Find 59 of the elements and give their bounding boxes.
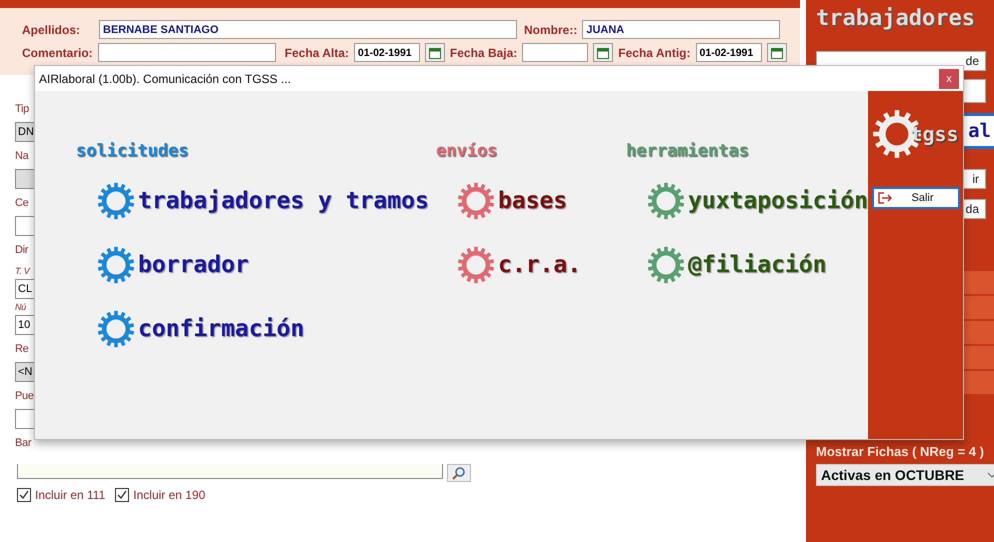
window-title: AIRlaboral (1.00b). Comunicación con TGSS ...: [39, 72, 291, 86]
check-icon: [117, 490, 128, 500]
search-button[interactable]: [447, 464, 471, 482]
field-label: Fecha Alta:: [284, 46, 349, 60]
section-heading: solicitudes: [76, 141, 189, 161]
menu-link[interactable]: @filiación: [688, 252, 826, 278]
gear-icon: [96, 181, 136, 221]
date-field[interactable]: 01-02-1991: [354, 43, 420, 62]
date-field[interactable]: [522, 43, 588, 62]
comment-field[interactable]: [98, 43, 276, 62]
include-checkbox[interactable]: Incluir en 190: [115, 488, 206, 502]
menu-link[interactable]: confirmación: [138, 316, 304, 342]
records-label: Mostrar Fichas ( NReg = 4 ): [816, 444, 985, 459]
barrio-field[interactable]: [17, 464, 443, 479]
search-icon: [452, 466, 466, 480]
gear-icon: [456, 181, 496, 221]
gear-icon: [96, 309, 136, 349]
surname-field[interactable]: BERNABE SANTIAGO: [99, 20, 518, 39]
field-label: Bar: [15, 436, 32, 451]
calendar-icon: [597, 46, 610, 58]
gear-icon: [646, 181, 686, 221]
field-label: Apellidos:: [22, 22, 80, 36]
filter-select[interactable]: Activas en OCTUBRE: [816, 464, 994, 486]
calendar-icon: [770, 46, 783, 58]
field-label: Ce: [15, 196, 28, 211]
field-label: Pue: [15, 389, 34, 404]
field-label: Dir: [15, 243, 28, 258]
gear-icon: [646, 245, 686, 285]
calendar-icon: [428, 46, 441, 58]
field-label: Nombre::: [524, 22, 578, 36]
menu-link[interactable]: bases: [498, 188, 568, 214]
field-label: Fecha Baja:: [450, 46, 518, 60]
include-checkbox[interactable]: Incluir en 111: [17, 488, 106, 502]
menu-link[interactable]: borrador: [138, 252, 249, 278]
exit-button[interactable]: Salir: [872, 187, 960, 209]
field-label: Re: [15, 342, 28, 357]
field-label: T. V: [15, 265, 30, 277]
close-button[interactable]: x: [939, 68, 959, 88]
gear-icon: [456, 245, 496, 285]
field-label: Fecha Antig:: [618, 46, 691, 60]
check-icon: [19, 490, 29, 500]
menu-link[interactable]: trabajadores y tramos: [138, 188, 429, 214]
field-label: Nú: [15, 301, 26, 313]
field-label: Tip: [15, 102, 29, 117]
chevron-icon: [987, 472, 994, 478]
field-label: Na: [15, 149, 28, 164]
menu-link[interactable]: yuxtaposición: [688, 188, 868, 214]
field-label: Comentario:: [22, 46, 93, 60]
calendar-button[interactable]: [593, 43, 614, 62]
section-heading: herramientas: [626, 141, 749, 161]
menu-link[interactable]: c.r.a.: [498, 252, 582, 278]
sidebar-title: trabajadores: [816, 6, 976, 31]
date-field[interactable]: 01-02-1991: [696, 43, 762, 62]
calendar-button[interactable]: [424, 43, 445, 62]
calendar-button[interactable]: [766, 43, 787, 62]
gear-icon: [96, 245, 136, 285]
section-heading: envíos: [436, 141, 498, 161]
exit-icon: [878, 192, 892, 204]
name-field[interactable]: JUANA: [582, 20, 780, 39]
